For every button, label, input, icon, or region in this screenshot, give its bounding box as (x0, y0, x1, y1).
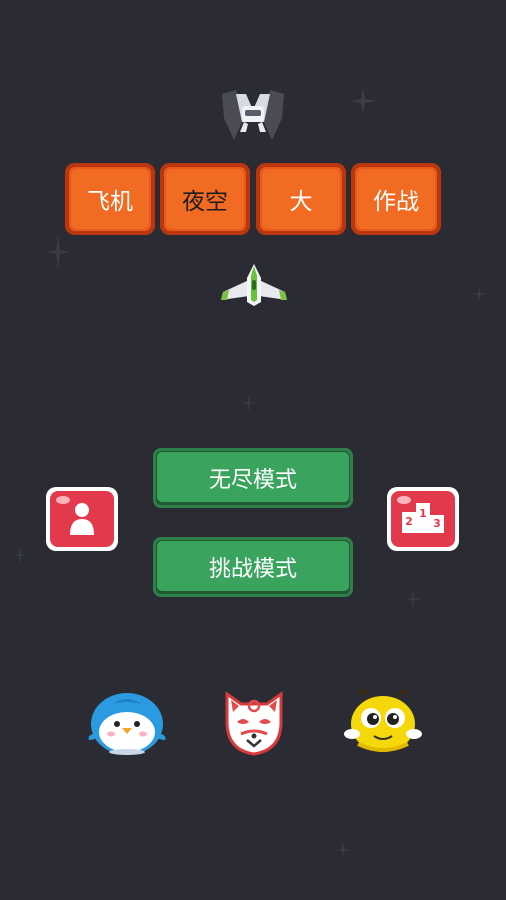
player-jet-icon (221, 264, 287, 306)
title-word: 大 (289, 189, 313, 215)
title-tile: 飞机 (65, 163, 155, 235)
profile-button-face (50, 491, 114, 547)
podium-second-label: 2 (405, 515, 413, 528)
endless-mode-label: 无尽模式 (208, 468, 297, 493)
sparkle-star-icon (335, 840, 351, 860)
sparkle-star-icon (350, 88, 376, 114)
profile-button[interactable] (46, 487, 118, 551)
sparkle-star-icon (46, 234, 70, 270)
title-tile: 大 (256, 163, 346, 235)
title-word: 飞机 (87, 189, 133, 215)
person-icon (70, 503, 94, 535)
title-tile: 作战 (351, 163, 441, 235)
endless-mode-button[interactable]: 无尽模式 (153, 448, 353, 508)
penguin-character[interactable] (87, 690, 167, 756)
bee-character[interactable] (344, 686, 422, 756)
title-tile: 夜空 (160, 163, 250, 235)
leaderboard-button-face: 1 2 3 (391, 491, 455, 547)
challenge-mode-label: 挑战模式 (208, 557, 297, 582)
fox-mask-character[interactable] (219, 688, 289, 758)
title-word: 夜空 (182, 189, 228, 215)
sparkle-star-icon (404, 588, 422, 610)
sparkle-star-icon (471, 285, 487, 303)
podium-icon: 1 2 3 (402, 503, 444, 533)
sparkle-star-icon (12, 545, 28, 565)
podium-first-label: 1 (419, 507, 427, 520)
leaderboard-button[interactable]: 1 2 3 (387, 487, 459, 551)
challenge-mode-button[interactable]: 挑战模式 (153, 537, 353, 597)
sparkle-star-icon (241, 393, 257, 413)
enemy-ship-icon (222, 90, 284, 140)
title-word: 作战 (373, 189, 419, 215)
podium-third-label: 3 (433, 517, 441, 530)
